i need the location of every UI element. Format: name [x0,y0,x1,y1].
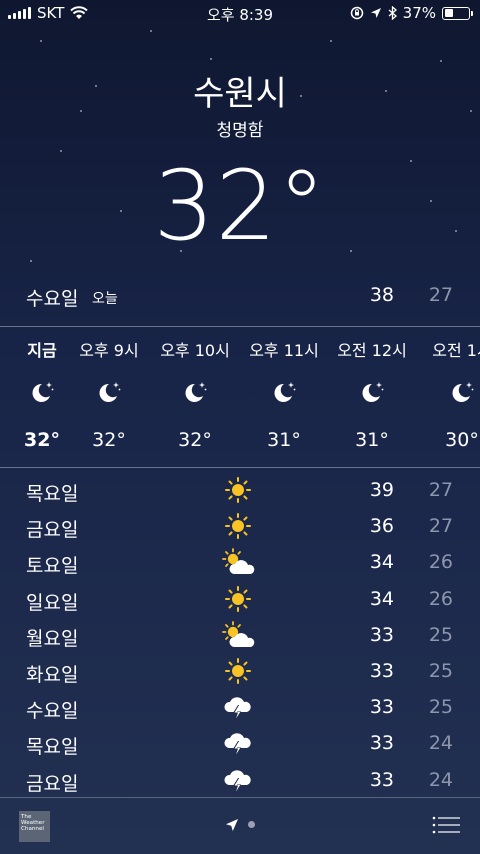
day-high-temperature: 33 [369,623,394,646]
day-high-temperature: 33 [369,732,394,755]
day-name: 목요일 [26,483,79,505]
today-day-name: 수요일 [26,288,79,310]
current-temperature: 32° [153,150,327,262]
moon-stars-icon [182,379,208,405]
daily-forecast-row: 화요일 33 25 [0,654,480,690]
battery-percent: 37% [402,4,436,22]
day-name: 화요일 [26,664,79,686]
battery-icon [442,6,473,20]
battery-level [444,9,453,17]
hourly-time: 오전 12시 [337,341,407,360]
moon-stars-icon [29,379,55,405]
daily-forecast-row: 일요일 34 26 [0,582,480,618]
sun-icon [220,657,256,685]
day-low-temperature: 25 [428,623,453,646]
daily-forecast-row: 금요일 36 27 [0,509,480,545]
hourly-time: 오후 9시 [79,341,139,360]
hourly-time: 오후 11시 [249,341,319,360]
moon-stars-icon [271,379,297,405]
day-name: 목요일 [26,736,79,759]
sun-icon [220,585,256,613]
moon-stars-icon [449,379,475,405]
day-low-temperature: 26 [428,551,453,574]
daily-forecast-row: 수요일 33 25 [0,690,480,726]
day-name: 일요일 [26,591,79,614]
hourly-temperature: 31° [267,429,301,451]
sun-icon [220,512,256,540]
daily-forecast-row: 목요일 39 27 [0,473,480,509]
weather-condition: 청명함 [216,121,264,141]
page-indicator-dot[interactable] [248,821,255,828]
day-name: 월요일 [26,627,79,650]
day-low-temperature: 25 [428,696,453,719]
hourly-temperature: 30° [445,429,479,451]
day-name: 토요일 [26,555,79,578]
location-icon [370,8,381,18]
day-high-temperature: 34 [369,551,394,574]
moon-stars-icon [359,379,385,405]
thunderstorm-icon [220,693,256,721]
day-low-temperature: 27 [428,515,453,538]
moon-stars-icon [96,379,122,405]
city-name: 수원시 [193,74,287,114]
status-bar: SKT 오후 8:39 37% [0,0,480,28]
day-high-temperature: 34 [369,587,394,610]
today-low: 27 [428,284,453,306]
today-summary: 수요일 오늘 38 27 [0,284,480,314]
day-low-temperature: 25 [428,660,453,682]
today-high: 38 [369,284,394,306]
bottom-toolbar: The Weather Channel [0,799,480,854]
divider [0,467,480,468]
day-high-temperature: 33 [369,660,394,682]
sun-icon [220,476,256,504]
day-name: 금요일 [26,772,79,795]
current-location-icon[interactable] [225,818,239,832]
thunderstorm-icon [220,766,256,794]
day-low-temperature: 24 [428,732,453,755]
weather-channel-logo[interactable]: The Weather Channel [19,811,50,842]
day-high-temperature: 39 [369,479,394,501]
day-low-temperature: 26 [428,587,453,610]
partly-cloudy-icon [220,620,256,649]
daily-forecast-row: 월요일 33 25 [0,618,480,654]
daily-forecast-row: 금요일 33 24 [0,763,480,799]
partly-cloudy-icon [220,548,256,576]
today-label: 오늘 [92,291,118,307]
day-high-temperature: 33 [369,768,394,791]
divider [0,797,480,798]
hourly-temperature: 32° [92,429,126,451]
hourly-forecast[interactable]: 지금 32° 오후 9시 32° 오후 10시 32° 오후 11시 31° 오전 12시 31°… [0,327,480,467]
hourly-temperature: 32° [178,429,212,451]
day-high-temperature: 33 [369,696,394,719]
day-high-temperature: 36 [369,515,394,538]
city-list-icon[interactable] [432,815,460,835]
hourly-time: 오후 10시 [160,341,230,360]
hourly-temperature: 31° [355,429,389,451]
lock-rotation-icon [350,6,363,20]
daily-forecast-row: 목요일 33 24 [0,726,480,762]
thunderstorm-icon [220,729,256,757]
daily-forecast-row: 토요일 34 26 [0,545,480,581]
day-name: 수요일 [26,700,79,723]
hourly-time: 오전 1시 [432,341,480,360]
day-low-temperature: 24 [428,768,453,791]
day-low-temperature: 27 [428,479,453,501]
bluetooth-icon [388,6,397,20]
day-name: 금요일 [26,519,79,542]
